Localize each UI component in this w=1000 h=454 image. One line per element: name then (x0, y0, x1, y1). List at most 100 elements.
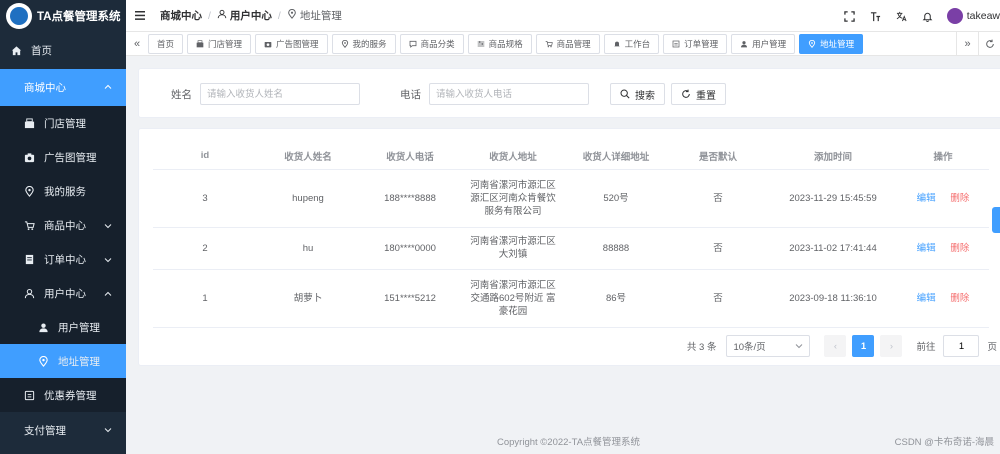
table-row: 3 hupeng 188****8888 河南省漯河市源汇区源汇区河南众肯餐饮服… (153, 169, 989, 228)
sidebar-item-store[interactable]: 门店管理 (0, 106, 126, 140)
cell-time: 2023-09-18 11:36:10 (769, 269, 897, 328)
credit-text: CSDN @卡布奇诺-海晨 (894, 437, 994, 448)
pagination-total: 共 3 条 (686, 342, 717, 353)
cell-detail: 86号 (565, 269, 667, 328)
reset-button[interactable]: 重置 (671, 83, 726, 105)
location-icon (287, 9, 297, 22)
tab-tag[interactable]: 工作台 (603, 33, 660, 54)
next-page-button[interactable]: › (880, 335, 903, 357)
tab-tag[interactable]: 商品规格 (467, 33, 532, 54)
topbar: 商城中心 / 用户中心 / 地址管理 takeaw (126, 0, 1000, 32)
location-icon (22, 184, 36, 198)
sidebar-item-order-center[interactable]: 订单中心 (0, 242, 126, 276)
user-icon (740, 40, 748, 48)
sidebar-item-address-management[interactable]: 地址管理 (0, 344, 126, 378)
page-number-current[interactable]: 1 (852, 335, 875, 357)
search-button[interactable]: 搜索 (610, 83, 665, 105)
camera-icon (22, 150, 36, 164)
delete-button[interactable]: 删除 (950, 243, 969, 254)
copyright-text: Copyright ©2022-TA点餐管理系统 (497, 437, 641, 448)
user-icon (22, 286, 36, 300)
tab-tag[interactable]: 商品管理 (535, 33, 600, 54)
tags-scroll-left-icon[interactable]: « (126, 32, 148, 56)
tab-tag-label: 我的服务 (352, 38, 387, 49)
cell-time: 2023-11-02 17:41:44 (769, 227, 897, 270)
sidebar-item-coupons[interactable]: 优惠券管理 (0, 378, 126, 412)
tags-scroll-right-icon[interactable]: » (956, 32, 978, 56)
tab-tag-label: 商品分类 (420, 38, 455, 49)
cell-address: 河南省漯河市源汇区大刘镇 (470, 236, 556, 260)
column-header: 收货人电话 (359, 143, 461, 170)
cell-id: 1 (153, 269, 257, 328)
avatar[interactable] (946, 8, 963, 24)
tab-tag-label: 用户管理 (752, 38, 787, 49)
edit-button[interactable]: 编辑 (917, 193, 936, 204)
page-size-value: 10条/页 (733, 342, 766, 353)
phone-search-input[interactable] (429, 83, 589, 105)
home-icon (9, 44, 23, 58)
breadcrumb-separator: / (277, 9, 281, 22)
menu-toggle-icon[interactable] (126, 11, 154, 20)
goto-label: 前往 (916, 342, 936, 353)
font-size-icon[interactable] (863, 11, 889, 22)
name-label: 姓名 (171, 88, 192, 101)
tags-bar: « 首页 门店管理 广告图管理 我的服务 商品分类 商品规格 商品管理 工作台 订单管理 用户管理… (126, 32, 1000, 56)
pagination: 共 3 条 10条/页 ‹ 1 › 前往 页 (687, 335, 997, 357)
tab-tag[interactable]: 订单管理 (663, 33, 728, 54)
sidebar-item-product-center[interactable]: 商品中心 (0, 208, 126, 242)
name-search-input[interactable] (200, 83, 360, 105)
cell-phone: 188****8888 (359, 169, 461, 228)
breadcrumb-item[interactable]: 商城中心 (160, 8, 202, 23)
sidebar-item-user-center[interactable]: 用户中心 (0, 276, 126, 310)
tab-tag[interactable]: 门店管理 (187, 33, 252, 54)
prev-page-button[interactable]: ‹ (824, 335, 847, 357)
edit-button[interactable]: 编辑 (917, 293, 936, 304)
sidebar-item-home[interactable]: 首页 (0, 32, 126, 69)
sidebar-item-ads[interactable]: 广告图管理 (0, 140, 126, 174)
cell-default: 否 (667, 169, 769, 228)
tab-tag[interactable]: 地址管理 (799, 33, 864, 54)
refresh-icon[interactable] (978, 32, 1000, 56)
tab-tag[interactable]: 我的服务 (331, 33, 396, 54)
cell-name: hupeng (257, 169, 359, 228)
sidebar-item-label: 优惠券管理 (44, 389, 97, 402)
cart-icon (545, 40, 553, 48)
breadcrumb-item[interactable]: 用户中心 (230, 8, 272, 23)
cell-address: 河南省漯河市源汇区交通路602号附近 富豪花园 (470, 279, 556, 317)
delete-button[interactable]: 删除 (950, 293, 969, 304)
tab-tag[interactable]: 广告图管理 (255, 33, 328, 54)
fullscreen-icon[interactable] (837, 10, 863, 22)
breadcrumb-item: 地址管理 (299, 10, 342, 22)
column-header: 收货人姓名 (257, 143, 359, 170)
location-icon (36, 354, 50, 368)
sidebar-item-user-management[interactable]: 用户管理 (0, 310, 126, 344)
sidebar-item-payment[interactable]: 支付管理 (0, 412, 126, 449)
tab-tag[interactable]: 用户管理 (731, 33, 796, 54)
footer: Copyright ©2022-TA点餐管理系统 CSDN @卡布奇诺-海晨 (126, 428, 1000, 454)
bell-icon[interactable] (915, 11, 941, 22)
chevron-up-icon (104, 84, 112, 89)
tab-tag-label: 广告图管理 (276, 38, 319, 49)
tab-tag[interactable]: 商品分类 (399, 33, 464, 54)
edit-button[interactable]: 编辑 (917, 243, 936, 254)
username[interactable]: takeaw (967, 10, 1000, 22)
page-size-select[interactable]: 10条/页 (726, 335, 811, 357)
tab-tag[interactable]: 首页 (148, 33, 184, 54)
list-icon (672, 40, 680, 48)
goto-page-input[interactable] (943, 335, 980, 357)
sidebar-item-mall-center[interactable]: 商城中心 (0, 69, 126, 106)
translate-icon[interactable] (889, 11, 915, 22)
main-content: 姓名 电话 搜索 重置 (126, 56, 1000, 454)
chat-icon (409, 40, 417, 48)
search-form: 姓名 电话 搜索 重置 (138, 68, 1000, 118)
column-header: 是否默认 (667, 143, 769, 170)
delete-button[interactable]: 删除 (950, 193, 969, 204)
order-icon (22, 252, 36, 266)
sidebar-item-services[interactable]: 我的服务 (0, 174, 126, 208)
sidebar: TA点餐管理系统 首页 商城中心 门店管理 广告图管理 我的服务 商品中心 订单… (0, 0, 126, 454)
settings-drawer-tab[interactable] (992, 207, 1000, 233)
column-header: 收货人地址 (461, 143, 565, 170)
tab-tag-label: 工作台 (624, 38, 651, 49)
store-icon (22, 116, 36, 130)
sidebar-item-label: 支付管理 (24, 425, 66, 437)
